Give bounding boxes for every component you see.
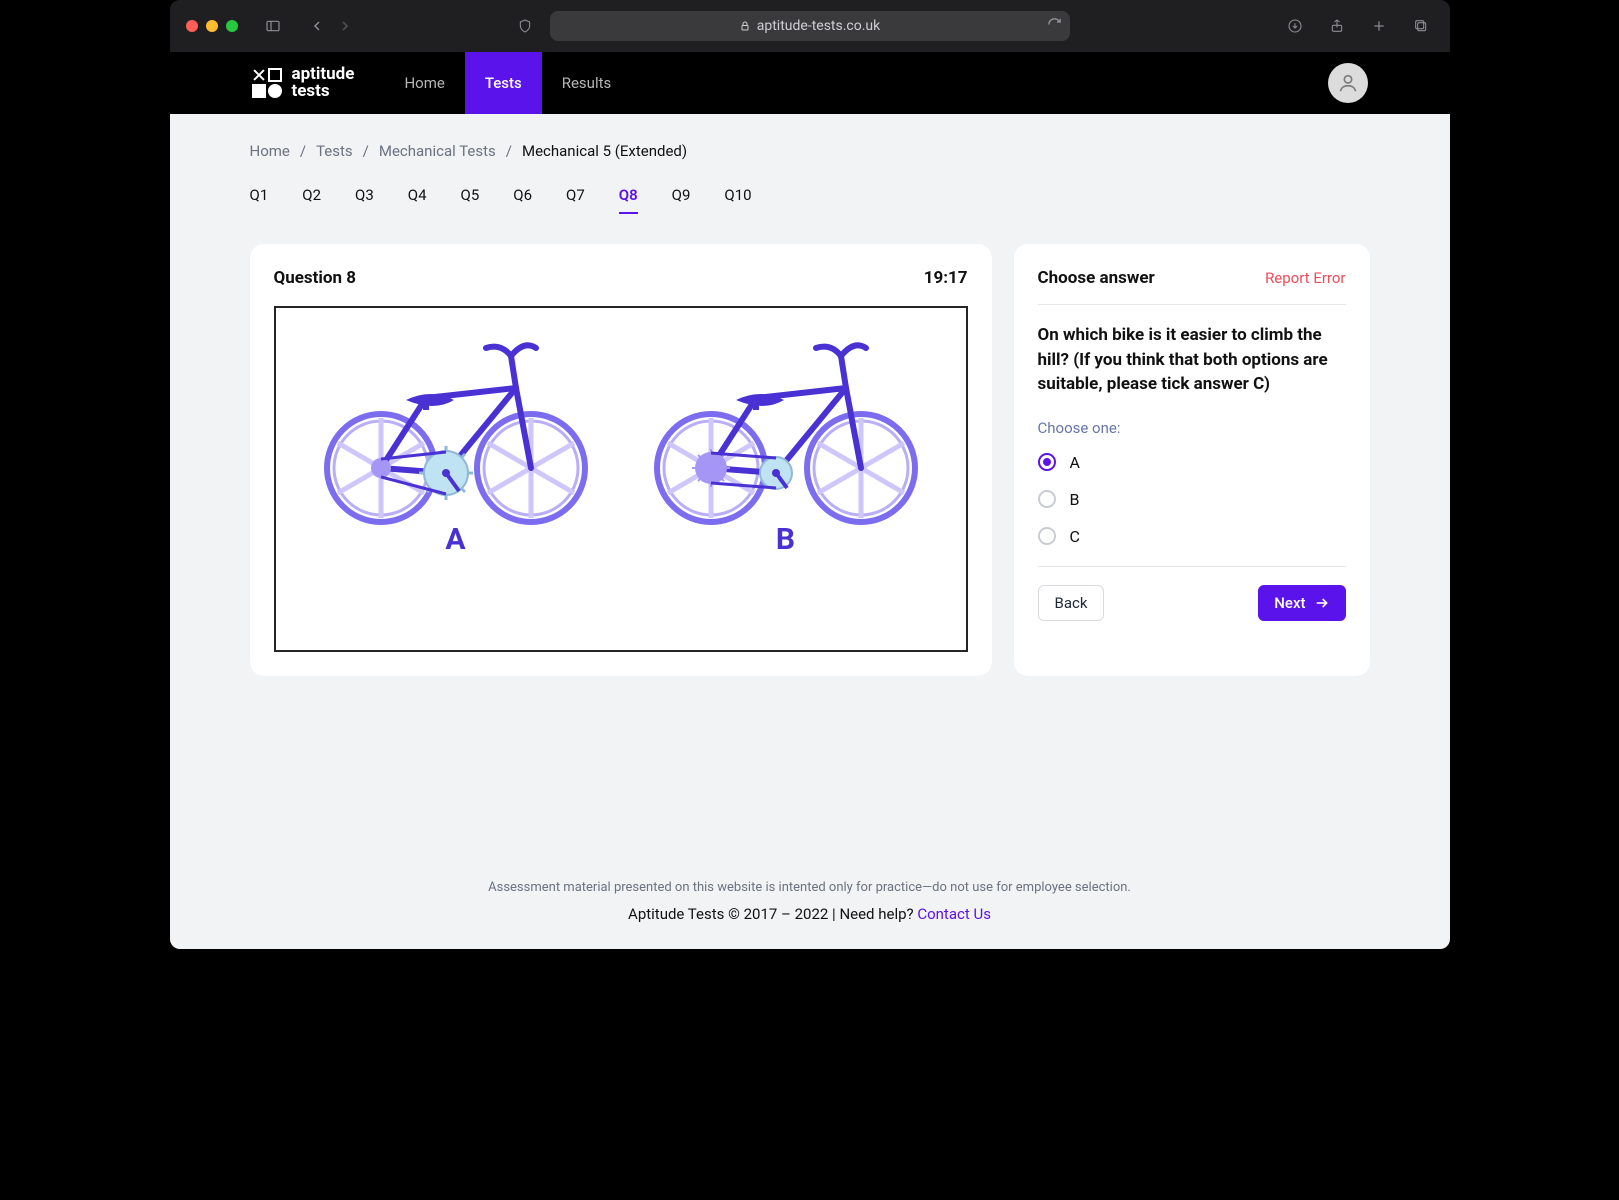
- next-button-label: Next: [1274, 594, 1305, 612]
- question-card: Question 8 19:17: [250, 244, 992, 676]
- footer-copyright: Aptitude Tests © 2017 – 2022 | Need help…: [628, 905, 917, 923]
- reload-icon[interactable]: [1047, 17, 1062, 36]
- breadcrumb: Home/ Tests/ Mechanical Tests/ Mechanica…: [250, 142, 1370, 160]
- tab-q2[interactable]: Q2: [302, 186, 321, 214]
- arrow-right-icon: [1314, 595, 1330, 611]
- choose-one-label: Choose one:: [1038, 419, 1346, 437]
- radio-b[interactable]: [1038, 490, 1056, 508]
- site-logo[interactable]: aptitude tests: [252, 66, 355, 100]
- bike-b-icon: [636, 318, 936, 528]
- back-icon[interactable]: [304, 13, 330, 39]
- lock-icon: [739, 20, 751, 32]
- browser-titlebar: aptitude-tests.co.uk: [170, 0, 1450, 52]
- tab-q1[interactable]: Q1: [250, 186, 269, 214]
- minimize-window-icon[interactable]: [206, 20, 218, 32]
- option-b[interactable]: B: [1038, 490, 1346, 509]
- footer-disclaimer: Assessment material presented on this we…: [170, 880, 1450, 895]
- window-controls: [186, 20, 238, 32]
- breadcrumb-home[interactable]: Home: [250, 142, 290, 160]
- next-button[interactable]: Next: [1258, 585, 1345, 621]
- bike-b-label: B: [776, 522, 795, 557]
- report-error-link[interactable]: Report Error: [1265, 269, 1345, 287]
- tab-q3[interactable]: Q3: [355, 186, 374, 214]
- contact-link[interactable]: Contact Us: [917, 905, 991, 923]
- breadcrumb-mechanical[interactable]: Mechanical Tests: [379, 142, 496, 160]
- tab-q8[interactable]: Q8: [619, 186, 638, 214]
- nav-arrows: [304, 13, 358, 39]
- breadcrumb-tests[interactable]: Tests: [316, 142, 353, 160]
- question-tabs: Q1 Q2 Q3 Q4 Q5 Q6 Q7 Q8 Q9 Q10: [250, 186, 1370, 218]
- sidebar-toggle-icon[interactable]: [260, 13, 286, 39]
- radio-a[interactable]: [1038, 453, 1056, 471]
- tab-q7[interactable]: Q7: [566, 186, 585, 214]
- app-topnav: aptitude tests Home Tests Results: [170, 52, 1450, 114]
- tab-q4[interactable]: Q4: [408, 186, 427, 214]
- forward-icon: [332, 13, 358, 39]
- maximize-window-icon[interactable]: [226, 20, 238, 32]
- nav-home[interactable]: Home: [384, 52, 464, 114]
- bike-b: B: [636, 318, 936, 557]
- option-b-label: B: [1070, 490, 1080, 509]
- new-tab-icon[interactable]: [1366, 13, 1392, 39]
- nav-results[interactable]: Results: [542, 52, 632, 114]
- avatar[interactable]: [1328, 63, 1368, 103]
- option-a[interactable]: A: [1038, 453, 1346, 472]
- tab-q10[interactable]: Q10: [724, 186, 751, 214]
- tab-q6[interactable]: Q6: [513, 186, 532, 214]
- question-image: A: [274, 306, 968, 652]
- bike-a-label: A: [445, 522, 465, 557]
- answer-title: Choose answer: [1038, 268, 1155, 288]
- nav-tests[interactable]: Tests: [465, 52, 542, 114]
- tab-q5[interactable]: Q5: [461, 186, 480, 214]
- address-bar[interactable]: aptitude-tests.co.uk: [550, 11, 1070, 41]
- radio-c[interactable]: [1038, 527, 1056, 545]
- bike-a-icon: [306, 318, 606, 528]
- breadcrumb-current: Mechanical 5 (Extended): [522, 142, 687, 160]
- shield-icon[interactable]: [512, 13, 538, 39]
- logo-mark-icon: [252, 68, 282, 98]
- share-icon[interactable]: [1324, 13, 1350, 39]
- back-button[interactable]: Back: [1038, 585, 1105, 621]
- footer: Assessment material presented on this we…: [170, 856, 1450, 949]
- tabs-overview-icon[interactable]: [1408, 13, 1434, 39]
- option-c-label: C: [1070, 527, 1080, 546]
- close-window-icon[interactable]: [186, 20, 198, 32]
- tab-q9[interactable]: Q9: [672, 186, 691, 214]
- user-icon: [1337, 72, 1359, 94]
- answer-card: Choose answer Report Error On which bike…: [1014, 244, 1370, 676]
- url-text: aptitude-tests.co.uk: [757, 18, 881, 34]
- timer: 19:17: [924, 268, 968, 288]
- question-label: Question 8: [274, 268, 357, 288]
- logo-text: aptitude tests: [292, 66, 355, 100]
- downloads-icon[interactable]: [1282, 13, 1308, 39]
- bike-a: A: [306, 318, 606, 557]
- option-c[interactable]: C: [1038, 527, 1346, 546]
- question-text: On which bike is it easier to climb the …: [1038, 323, 1346, 397]
- option-a-label: A: [1070, 453, 1080, 472]
